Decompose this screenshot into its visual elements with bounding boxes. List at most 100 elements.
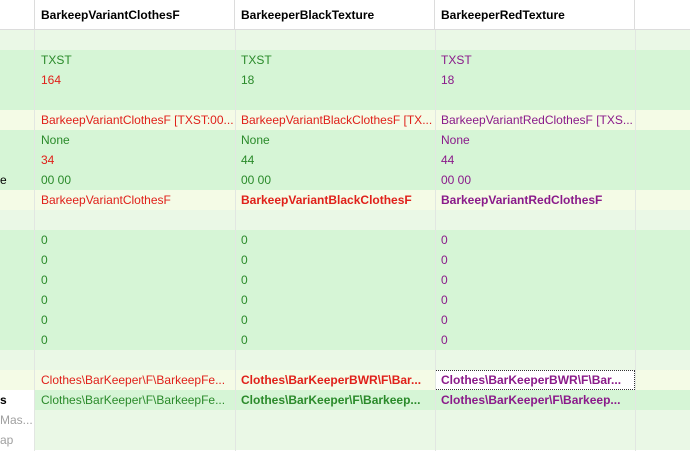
table-row[interactable]: e 00 00 00 00 00 00 bbox=[0, 170, 690, 190]
table-cell[interactable]: BarkeepVariantRedClothesF bbox=[435, 190, 635, 210]
column-header-barkeeper-black-texture[interactable]: BarkeeperBlackTexture bbox=[235, 0, 435, 30]
table-row[interactable]: Clothes\BarKeeper\F\BarkeepFe... Clothes\… bbox=[0, 370, 690, 390]
row-label[interactable] bbox=[0, 130, 34, 150]
table-row[interactable]: 000 bbox=[0, 290, 690, 310]
table-cell[interactable]: Clothes\BarKeeper\F\BarkeepFe... bbox=[35, 390, 235, 410]
row-label[interactable]: s bbox=[0, 390, 34, 410]
row-label[interactable] bbox=[0, 50, 34, 70]
table-row[interactable]: ap bbox=[0, 430, 690, 450]
table-row[interactable] bbox=[0, 210, 690, 230]
table-cell[interactable] bbox=[235, 410, 435, 430]
table-cell[interactable]: TXST bbox=[235, 50, 435, 70]
table-cell[interactable] bbox=[235, 210, 435, 230]
table-cell[interactable]: 0 bbox=[235, 270, 435, 290]
table-cell[interactable]: BarkeepVariantBlackClothesF bbox=[235, 190, 435, 210]
row-label[interactable] bbox=[0, 270, 34, 290]
table-cell[interactable]: BarkeepVariantClothesF [TXST:00... bbox=[35, 110, 235, 130]
table-cell[interactable]: 44 bbox=[435, 150, 635, 170]
table-row[interactable]: 000 bbox=[0, 230, 690, 250]
table-cell[interactable]: Clothes\BarKeeper\F\Barkeep... bbox=[235, 390, 435, 410]
row-label[interactable]: ap bbox=[0, 430, 34, 450]
table-cell[interactable]: 0 bbox=[35, 230, 235, 250]
table-cell[interactable] bbox=[435, 30, 635, 50]
table-row[interactable]: 000 bbox=[0, 330, 690, 350]
column-header-barkeep-variant-clothes-f[interactable]: BarkeepVariantClothesF bbox=[35, 0, 235, 30]
table-cell[interactable]: None bbox=[235, 130, 435, 150]
table-row[interactable]: 34 44 44 bbox=[0, 150, 690, 170]
row-label[interactable] bbox=[0, 310, 34, 330]
table-cell[interactable]: 18 bbox=[435, 70, 635, 90]
table-cell[interactable]: 0 bbox=[435, 290, 635, 310]
row-label[interactable] bbox=[0, 70, 34, 90]
table-cell[interactable] bbox=[435, 350, 635, 370]
table-cell[interactable]: 00 00 bbox=[435, 170, 635, 190]
row-label[interactable] bbox=[0, 290, 34, 310]
table-cell[interactable]: 0 bbox=[235, 330, 435, 350]
table-cell[interactable]: 0 bbox=[435, 250, 635, 270]
table-row[interactable] bbox=[0, 350, 690, 370]
row-label[interactable]: Mas... bbox=[0, 410, 34, 430]
table-row[interactable]: 000 bbox=[0, 310, 690, 330]
table-cell[interactable] bbox=[35, 30, 235, 50]
table-cell[interactable] bbox=[35, 210, 235, 230]
table-cell[interactable]: 0 bbox=[35, 310, 235, 330]
column-header-barkeeper-red-texture[interactable]: BarkeeperRedTexture bbox=[435, 0, 635, 30]
table-cell[interactable]: 0 bbox=[435, 330, 635, 350]
table-cell[interactable]: 34 bbox=[35, 150, 235, 170]
row-label[interactable] bbox=[0, 30, 34, 50]
table-row[interactable]: None None None bbox=[0, 130, 690, 150]
row-label[interactable] bbox=[0, 350, 34, 370]
table-cell[interactable]: 18 bbox=[235, 70, 435, 90]
row-label[interactable] bbox=[0, 370, 34, 390]
row-label[interactable] bbox=[0, 150, 34, 170]
table-row[interactable]: 000 bbox=[0, 270, 690, 290]
table-cell[interactable]: 0 bbox=[235, 290, 435, 310]
row-label[interactable] bbox=[0, 90, 34, 110]
table-row[interactable]: Mas... bbox=[0, 410, 690, 430]
table-row[interactable]: BarkeepVariantClothesF BarkeepVariantBlac… bbox=[0, 190, 690, 210]
table-cell[interactable]: 0 bbox=[435, 230, 635, 250]
table-row[interactable]: BarkeepVariantClothesF [TXST:00... Barkee… bbox=[0, 110, 690, 130]
table-row[interactable] bbox=[0, 90, 690, 110]
table-cell[interactable] bbox=[235, 30, 435, 50]
table-cell[interactable]: TXST bbox=[435, 50, 635, 70]
table-cell[interactable]: 0 bbox=[235, 250, 435, 270]
row-label[interactable] bbox=[0, 330, 34, 350]
table-cell[interactable] bbox=[435, 90, 635, 110]
table-cell[interactable]: 164 bbox=[35, 70, 235, 90]
row-label[interactable] bbox=[0, 110, 34, 130]
table-row[interactable]: s Clothes\BarKeeper\F\BarkeepFe... Clothes… bbox=[0, 390, 690, 410]
table-cell[interactable]: BarkeepVariantRedClothesF [TXS... bbox=[435, 110, 635, 130]
table-cell[interactable]: 0 bbox=[435, 310, 635, 330]
table-cell[interactable] bbox=[35, 410, 235, 430]
table-cell[interactable]: 00 00 bbox=[235, 170, 435, 190]
table-cell[interactable]: 0 bbox=[435, 270, 635, 290]
table-cell[interactable] bbox=[435, 210, 635, 230]
table-row[interactable]: 000 bbox=[0, 250, 690, 270]
table-cell[interactable] bbox=[35, 430, 235, 450]
table-cell[interactable] bbox=[235, 350, 435, 370]
table-cell[interactable] bbox=[35, 90, 235, 110]
table-cell[interactable]: 0 bbox=[235, 310, 435, 330]
table-cell[interactable] bbox=[235, 430, 435, 450]
table-cell[interactable]: 44 bbox=[235, 150, 435, 170]
table-cell[interactable] bbox=[435, 430, 635, 450]
table-cell[interactable]: 0 bbox=[235, 230, 435, 250]
table-cell[interactable]: Clothes\BarKeeperBWR\F\Bar... bbox=[235, 370, 435, 390]
table-row[interactable] bbox=[0, 30, 690, 50]
table-cell[interactable] bbox=[35, 350, 235, 370]
table-cell[interactable]: 0 bbox=[35, 270, 235, 290]
label-column-header[interactable] bbox=[0, 0, 35, 30]
row-label[interactable]: e bbox=[0, 170, 34, 190]
row-label[interactable] bbox=[0, 210, 34, 230]
table-cell[interactable]: None bbox=[35, 130, 235, 150]
row-label[interactable] bbox=[0, 230, 34, 250]
table-cell[interactable]: 0 bbox=[35, 250, 235, 270]
row-label[interactable] bbox=[0, 190, 34, 210]
row-label[interactable] bbox=[0, 250, 34, 270]
table-cell[interactable]: TXST bbox=[35, 50, 235, 70]
table-cell[interactable]: Clothes\BarKeeper\F\BarkeepFe... bbox=[35, 370, 235, 390]
table-cell[interactable]: BarkeepVariantClothesF bbox=[35, 190, 235, 210]
table-cell[interactable]: Clothes\BarKeeper\F\Barkeep... bbox=[435, 390, 635, 410]
table-row[interactable]: TXST TXST TXST bbox=[0, 50, 690, 70]
